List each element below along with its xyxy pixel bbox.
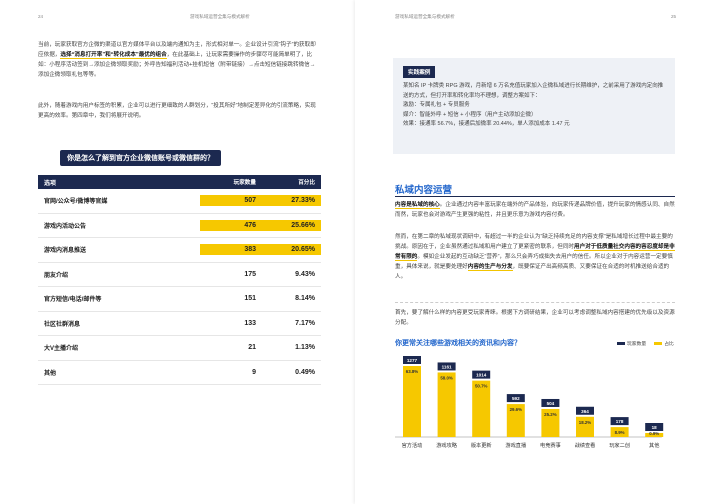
table-header: 选项 玩家数量 百分比 [38,175,321,189]
row-count: 476 [200,219,262,231]
row-count: 9 [252,368,256,376]
row-option: 官方短信/电话/邮件等 [44,297,102,304]
row-option: 游戏内消息推送 [44,248,87,255]
row-option: 朋友介绍 [44,272,69,279]
row-percent: 1.13% [295,344,315,352]
count-label: 1014 [476,373,487,378]
row-percent: 7.17% [295,319,315,327]
row-percent: 20.65% [262,244,321,256]
paragraph-1: 当前，玩家获取官方企微的渠道以官方媒体平台以及端内通知为主，形式相对单一。企业设… [38,40,320,80]
header-option: 选项 [44,180,57,187]
row-percent: 27.33% [262,195,321,207]
row-option: 社区社群消息 [44,321,81,328]
category-label: 战绩查看 [575,441,596,449]
right-page: 游戏私域运营全集与模式解析 25 实践案例 某知名 IP 卡牌类 RPG 游戏，… [355,0,710,504]
count-label: 18 [652,425,658,430]
row-option: 游戏内活动公告 [44,223,87,230]
percent-label: 8.9% [615,430,625,435]
survey-table: 选项 玩家数量 百分比 官网/公众号/微博等官媒 507 27.33% 游戏内活动公告… [38,175,321,385]
row-count: 133 [244,319,256,327]
count-label: 592 [512,396,520,401]
row-count: 175 [244,270,256,278]
category-label: 官方活动 [402,441,423,449]
row-percent: 9.43% [295,270,315,278]
header-percent: 百分比 [298,180,315,186]
table-row: 社区社群消息 133 7.17% [38,312,321,336]
paragraph-1-highlight: 选择“消息打开率”和“转化成本”最优的组合 [60,52,167,59]
percent-label: 25.2% [544,412,557,417]
percent-label: 0.9% [649,431,659,436]
row-percent: 0.49% [295,368,315,376]
row-percent: 25.66% [262,219,321,231]
table-row: 大V主播介绍 21 1.13% [38,336,321,361]
row-option: 官网/公众号/微博等官媒 [44,199,108,206]
count-label: 364 [581,409,589,414]
category-label: 玩家二创 [609,441,630,449]
chart-bar [403,366,421,437]
table-row: 官网/公众号/微博等官媒 507 27.33% [38,189,321,214]
bar-chart: 1277 63.8% 官方活动 1161 58.0% 游戏攻略 1014 50.7% 版本更新 5… [395,356,664,449]
percent-label: 18.2% [579,420,592,425]
question-title: 你是怎么了解到官方企业微信账号或微信群的？ [60,150,221,166]
row-count: 507 [200,195,262,207]
row-count: 151 [244,295,256,303]
row-count: 21 [248,344,256,352]
percent-label: 50.7% [475,384,488,389]
row-option: 其他 [44,370,57,377]
row-count: 383 [200,244,262,256]
row-option: 大V主播介绍 [44,346,79,353]
percent-label: 58.0% [440,375,453,380]
table-row: 其他 9 0.49% [38,361,321,385]
chart-bar [437,372,456,437]
percent-label: 29.6% [510,407,523,412]
category-label: 游戏直播 [505,441,527,449]
paragraph-2: 此外，随着游戏内用户标签的积累，企业可以进行更细致的人群划分，“投其所好”地制定… [38,103,316,119]
table-row: 游戏内消息推送 383 20.65% [38,238,321,263]
count-label: 1161 [442,364,452,369]
category-label: 电竞赛事 [540,441,561,449]
category-label: 游戏攻略 [436,441,458,449]
table-row: 朋友介绍 175 9.43% [38,263,321,287]
header-count: 玩家数量 [233,180,256,186]
running-header: 游戏私域运营全集与模式解析 [190,14,250,19]
category-label: 版本更新 [471,441,492,449]
book-spread: 24 游戏私域运营全集与模式解析 当前，玩家获取官方企微的渠道以官方媒体平台以及… [0,0,710,504]
table-body: 官网/公众号/微博等官媒 507 27.33% 游戏内活动公告 476 25.66% 游戏内… [38,189,321,385]
chart-bar [472,380,491,437]
category-label: 其他 [649,441,659,449]
count-label: 178 [616,419,624,424]
table-row: 官方短信/电话/邮件等 151 8.14% [38,287,321,312]
left-page: 24 游戏私域运营全集与模式解析 当前，玩家获取官方企微的渠道以官方媒体平台以及… [0,0,355,504]
percent-label: 63.8% [406,369,419,374]
page-number: 24 [38,14,44,19]
count-label: 1277 [407,358,418,363]
table-row: 游戏内活动公告 476 25.66% [38,214,321,238]
row-percent: 8.14% [295,295,315,303]
count-label: 504 [547,401,555,406]
